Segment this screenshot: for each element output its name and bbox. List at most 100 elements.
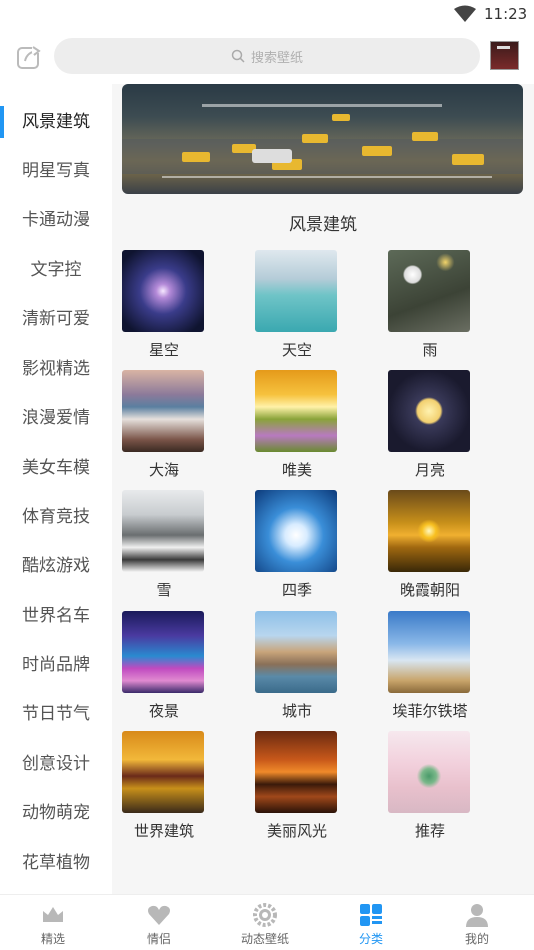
category-tile-night-scene[interactable]: 夜景 <box>122 611 206 721</box>
sidebar-item-plants[interactable]: 花草植物 <box>0 845 112 881</box>
top-bar: 搜索壁纸 <box>0 30 534 82</box>
tab-mine[interactable]: 我的 <box>424 895 530 950</box>
tile-label: 月亮 <box>414 461 445 479</box>
tile-thumbnail <box>122 490 204 572</box>
sidebar-item-film[interactable]: 影视精选 <box>0 351 112 387</box>
tile-label: 雪 <box>156 581 172 599</box>
bottom-tab-bar: 精选 情侣 动态壁纸 分类 我的 <box>0 894 534 950</box>
tile-thumbnail <box>122 250 204 332</box>
category-tile-moon[interactable]: 月亮 <box>388 370 472 480</box>
tile-label: 美丽风光 <box>266 822 327 840</box>
tile-thumbnail <box>388 731 470 813</box>
avatar[interactable] <box>490 41 519 70</box>
status-time: 11:23 <box>484 5 528 23</box>
sidebar-item-label: 浪漫爱情 <box>22 408 90 428</box>
tile-label: 雨 <box>422 341 438 359</box>
sidebar-item-label: 明星写真 <box>22 161 90 181</box>
tile-label: 唯美 <box>281 461 312 479</box>
sidebar-item-pets[interactable]: 动物萌宠 <box>0 795 112 831</box>
sidebar-item-label: 时尚品牌 <box>22 655 90 675</box>
sidebar-item-label: 节日节气 <box>22 704 90 724</box>
sidebar-item-cartoon[interactable]: 卡通动漫 <box>0 202 112 238</box>
tile-label: 埃菲尔铁塔 <box>392 702 468 720</box>
sidebar-item-label: 酷炫游戏 <box>22 556 90 576</box>
tab-label: 我的 <box>464 932 489 946</box>
sidebar-item-label: 文字控 <box>30 260 82 280</box>
tile-thumbnail <box>255 370 337 452</box>
tile-label: 四季 <box>281 581 312 599</box>
crown-icon <box>43 907 63 922</box>
sidebar-item-celebrity[interactable]: 明星写真 <box>0 153 112 189</box>
tile-thumbnail <box>122 611 204 693</box>
tile-label: 推荐 <box>414 822 445 840</box>
banner-traffic-image <box>122 104 523 178</box>
tab-live-wallpaper[interactable]: 动态壁纸 <box>212 895 318 950</box>
category-grid-icon <box>360 904 382 926</box>
tile-thumbnail <box>122 731 204 813</box>
search-icon <box>231 49 245 63</box>
category-tile-eiffel-tower[interactable]: 埃菲尔铁塔 <box>388 611 472 721</box>
banner-image[interactable] <box>122 84 523 194</box>
tile-label: 城市 <box>281 702 312 720</box>
sidebar-item-label: 美女车模 <box>22 458 90 478</box>
section-title: 风景建筑 <box>289 215 357 235</box>
category-tile-seasons[interactable]: 四季 <box>255 490 339 600</box>
tile-label: 夜景 <box>148 702 179 720</box>
share-icon[interactable] <box>15 43 43 71</box>
sidebar-item-label: 风景建筑 <box>22 112 90 132</box>
sidebar-item-brands[interactable]: 时尚品牌 <box>0 647 112 683</box>
category-tile-sky[interactable]: 天空 <box>255 250 339 360</box>
sidebar-item-cars[interactable]: 世界名车 <box>0 598 112 634</box>
tile-thumbnail <box>388 250 470 332</box>
tile-thumbnail <box>255 611 337 693</box>
sidebar-item-label: 影视精选 <box>22 359 90 379</box>
tile-thumbnail <box>255 490 337 572</box>
heart-icon <box>148 905 170 925</box>
sidebar-item-label: 世界名车 <box>22 606 90 626</box>
tab-label: 动态壁纸 <box>240 932 289 946</box>
tab-category[interactable]: 分类 <box>318 895 424 950</box>
category-tile-beautiful[interactable]: 唯美 <box>255 370 339 480</box>
tab-couples[interactable]: 情侣 <box>106 895 212 950</box>
tile-thumbnail <box>388 370 470 452</box>
category-tile-snow[interactable]: 雪 <box>122 490 206 600</box>
active-indicator <box>0 106 4 138</box>
sidebar-item-sports[interactable]: 体育竞技 <box>0 499 112 535</box>
sidebar-item-design[interactable]: 创意设计 <box>0 746 112 782</box>
sidebar-item-landscape-architecture[interactable]: 风景建筑 <box>0 104 112 140</box>
sidebar-item-festivals[interactable]: 节日节气 <box>0 696 112 732</box>
tile-label: 世界建筑 <box>133 822 194 840</box>
search-input[interactable]: 搜索壁纸 <box>54 38 480 74</box>
gear-icon <box>253 903 277 927</box>
tile-label: 大海 <box>148 461 179 479</box>
sidebar-item-label: 卡通动漫 <box>22 210 90 230</box>
category-content: 风景建筑 星空 天空 雨 大海 唯美 月亮 雪 四季 晚霞朝阳 夜景 城市 埃菲… <box>112 84 534 894</box>
category-tile-rain[interactable]: 雨 <box>388 250 472 360</box>
tile-thumbnail <box>388 611 470 693</box>
tile-thumbnail <box>122 370 204 452</box>
tab-featured[interactable]: 精选 <box>0 895 106 950</box>
category-tile-starry-sky[interactable]: 星空 <box>122 250 206 360</box>
category-sidebar: 风景建筑 明星写真 卡通动漫 文字控 清新可爱 影视精选 浪漫爱情 美女车模 体… <box>0 84 112 894</box>
sidebar-item-label: 创意设计 <box>22 754 90 774</box>
tile-label: 晚霞朝阳 <box>399 581 460 599</box>
user-icon <box>466 904 488 927</box>
sidebar-item-games[interactable]: 酷炫游戏 <box>0 548 112 584</box>
sidebar-item-label: 体育竞技 <box>22 507 90 527</box>
category-tile-world-architecture[interactable]: 世界建筑 <box>122 731 206 841</box>
sidebar-item-text[interactable]: 文字控 <box>0 252 112 288</box>
sidebar-item-fresh-cute[interactable]: 清新可爱 <box>0 301 112 337</box>
category-tile-sunset[interactable]: 晚霞朝阳 <box>388 490 472 600</box>
category-tile-beautiful-scenery[interactable]: 美丽风光 <box>255 731 339 841</box>
sidebar-item-romance[interactable]: 浪漫爱情 <box>0 400 112 436</box>
sidebar-item-label: 动物萌宠 <box>22 803 90 823</box>
tile-thumbnail <box>388 490 470 572</box>
sidebar-item-label: 花草植物 <box>22 853 90 873</box>
search-placeholder: 搜索壁纸 <box>250 50 303 66</box>
status-bar: 11:23 <box>0 0 534 30</box>
category-tile-sea[interactable]: 大海 <box>122 370 206 480</box>
category-tile-city[interactable]: 城市 <box>255 611 339 721</box>
sidebar-item-models[interactable]: 美女车模 <box>0 450 112 486</box>
tab-label: 精选 <box>40 932 65 946</box>
category-tile-recommended[interactable]: 推荐 <box>388 731 472 841</box>
